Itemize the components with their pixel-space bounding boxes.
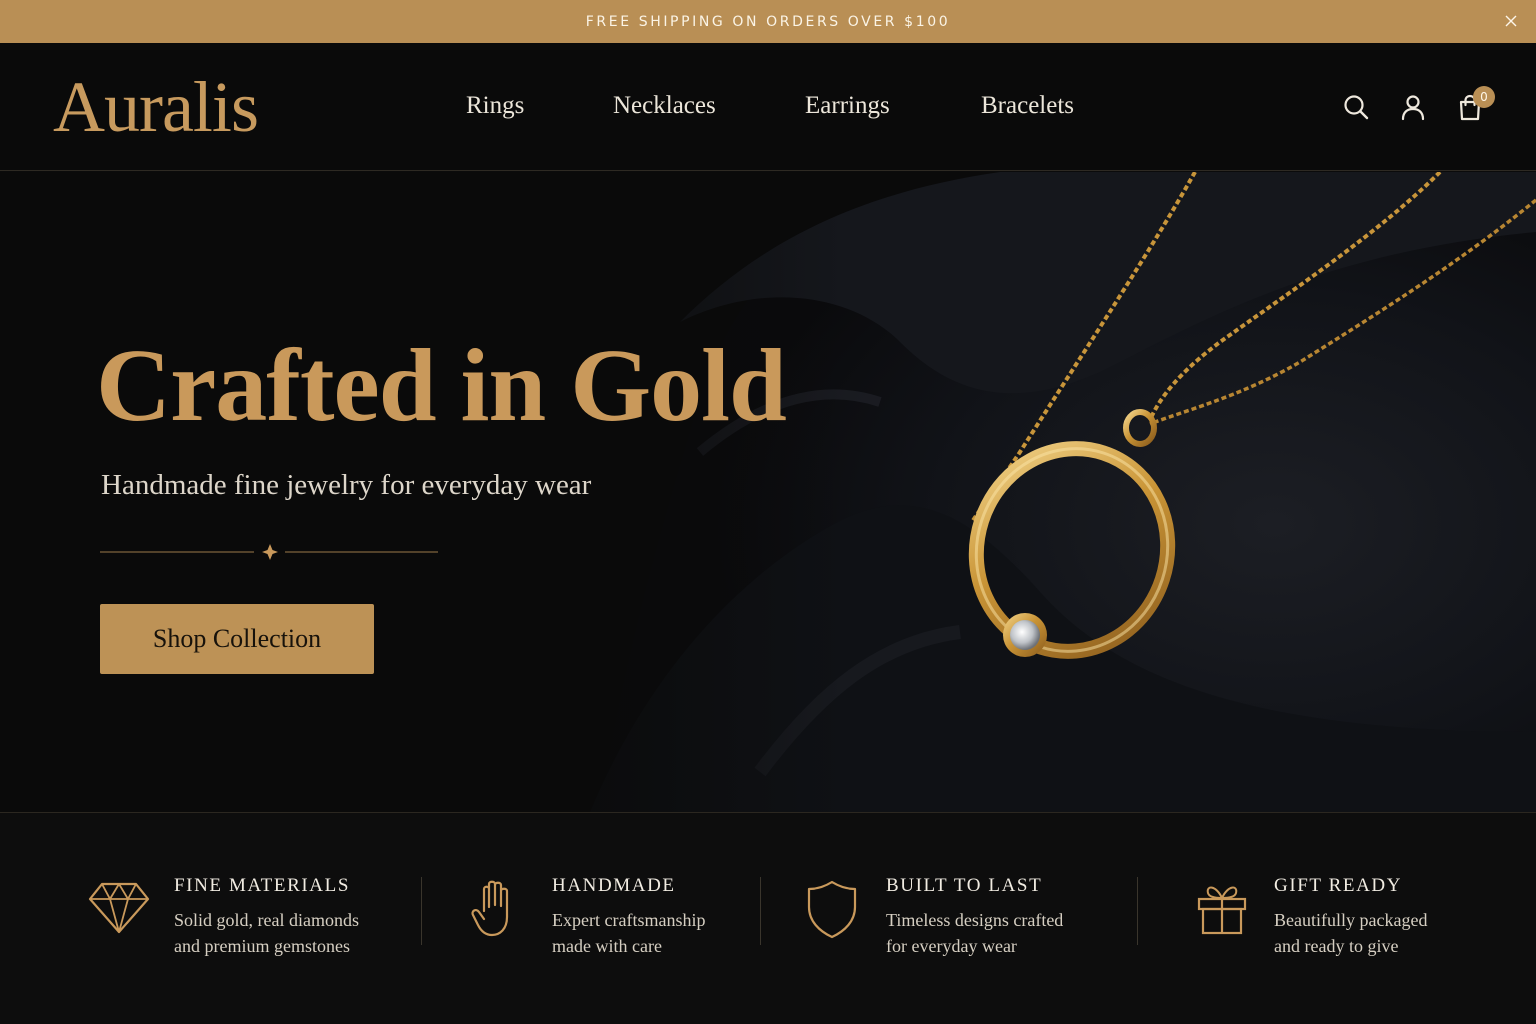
feature-text: Beautifully packaged	[1274, 910, 1428, 930]
close-icon[interactable]	[1502, 12, 1520, 30]
hand-icon	[470, 879, 522, 944]
main-nav: Rings Necklaces Earrings Bracelets	[0, 43, 1536, 171]
divider	[1137, 877, 1138, 945]
site-header: Auralis Rings Necklaces Earrings Bracele…	[0, 43, 1536, 171]
divider	[421, 877, 422, 945]
feature-text: Expert craftsmanship	[552, 910, 706, 930]
feature-text: made with care	[552, 936, 662, 956]
feature-text: and premium gemstones	[174, 936, 350, 956]
feature-title: BUILT TO LAST	[886, 875, 1043, 896]
feature-text: Timeless designs crafted	[886, 910, 1064, 930]
nav-earrings[interactable]: Earrings	[805, 91, 890, 121]
account-icon[interactable]	[1399, 93, 1427, 121]
feature-text: for everyday wear	[886, 936, 1017, 956]
feature-title: GIFT READY	[1274, 875, 1403, 896]
divider	[760, 877, 761, 945]
nav-necklaces[interactable]: Necklaces	[613, 91, 716, 121]
shop-collection-button[interactable]: Shop Collection	[100, 604, 374, 674]
feature-title: HANDMADE	[552, 875, 676, 896]
hero-title: Crafted in Gold	[96, 328, 787, 443]
features-bar: FINE MATERIALS Solid gold, real diamonds…	[0, 812, 1536, 1024]
search-icon[interactable]	[1342, 93, 1370, 121]
announcement-bar: FREE SHIPPING ON ORDERS OVER $100	[0, 0, 1536, 43]
shield-icon	[806, 879, 858, 944]
feature-text: and ready to give	[1274, 936, 1399, 956]
cart-count-badge: 0	[1473, 86, 1495, 108]
hero-subtitle: Handmade fine jewelry for everyday wear	[101, 469, 592, 501]
gift-icon	[1196, 879, 1248, 942]
nav-rings[interactable]: Rings	[466, 91, 524, 121]
hero-section: Crafted in Gold Handmade fine jewelry fo…	[0, 172, 1536, 812]
feature-title: FINE MATERIALS	[174, 875, 350, 896]
diamond-icon	[88, 879, 150, 940]
announcement-text: FREE SHIPPING ON ORDERS OVER $100	[585, 13, 951, 30]
nav-bracelets[interactable]: Bracelets	[981, 91, 1074, 121]
ornament-divider	[100, 544, 438, 560]
feature-text: Solid gold, real diamonds	[174, 910, 359, 930]
